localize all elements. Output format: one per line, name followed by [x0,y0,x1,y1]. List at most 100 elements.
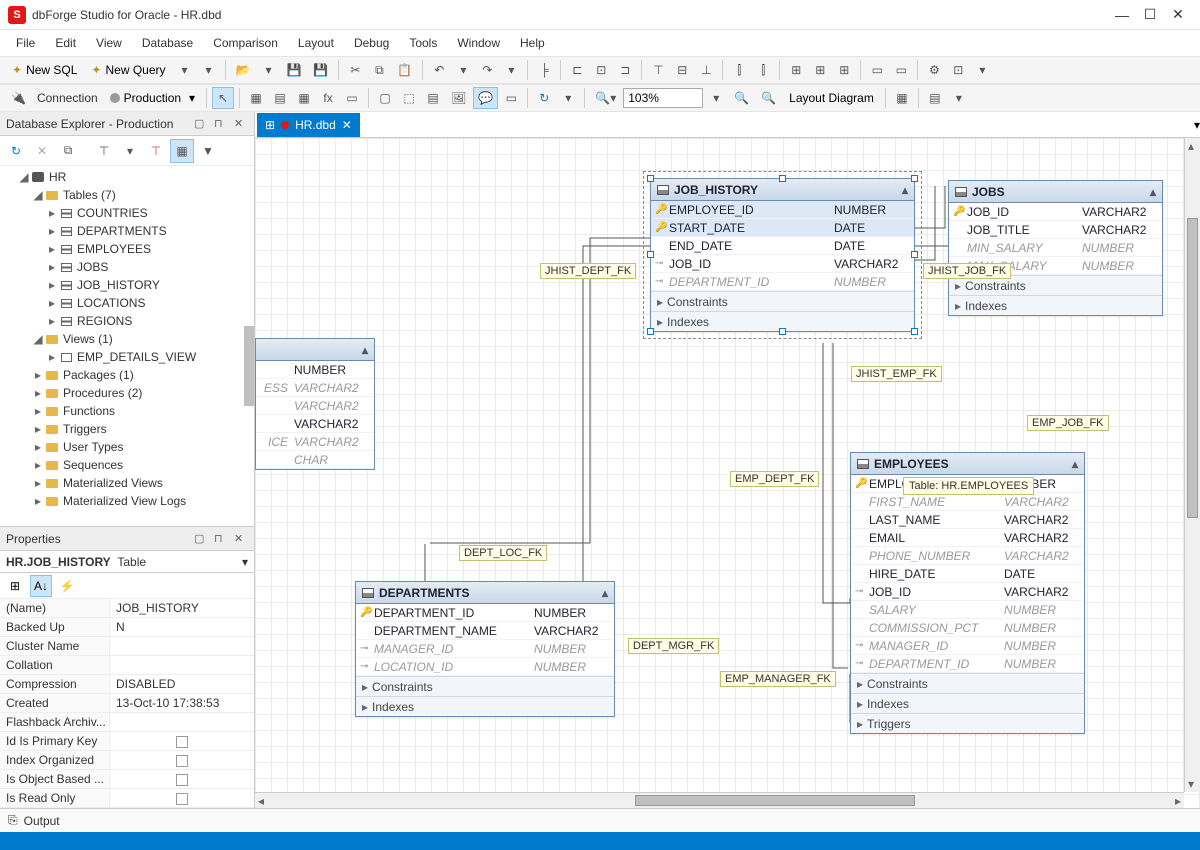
refresh-icon[interactable]: ↻ [533,87,555,109]
delete-icon[interactable]: ✕ [30,139,54,163]
property-row[interactable]: Flashback Archiv... [0,713,254,732]
tree-table-item[interactable]: ▸COUNTRIES [0,204,254,222]
tree-table-item[interactable]: ▸DEPARTMENTS [0,222,254,240]
column-row[interactable]: LAST_NAMEVARCHAR2 [851,511,1084,529]
doc-icon[interactable]: ▭ [500,87,522,109]
property-row[interactable]: Created13-Oct-10 17:38:53 [0,694,254,713]
tool-icon[interactable]: ⚙ [923,59,945,81]
tab-close-icon[interactable]: ✕ [342,118,352,132]
menu-window[interactable]: Window [449,33,508,53]
maximize-button[interactable]: ☐ [1136,6,1164,23]
column-row[interactable]: FIRST_NAMEVARCHAR2 [851,493,1084,511]
copy-icon[interactable]: ⧉ [368,59,390,81]
entity-section[interactable]: ▸Indexes [356,696,614,716]
doc-icon[interactable]: ▭ [341,87,363,109]
save-icon[interactable]: 💾 [281,59,306,81]
property-row[interactable]: (Name)JOB_HISTORY [0,599,254,618]
image-icon[interactable]: 🖼 [446,87,471,109]
align-middle-icon[interactable]: ⊟ [671,59,693,81]
column-row[interactable]: DEPARTMENT_NAMEVARCHAR2 [356,622,614,640]
filter-icon[interactable]: ▼ [196,139,220,163]
column-row[interactable]: HIRE_DATEDATE [851,565,1084,583]
align-bottom-icon[interactable]: ⊥ [695,59,717,81]
menu-view[interactable]: View [88,33,130,53]
dropdown-icon[interactable]: ▾ [971,59,993,81]
tool-icon[interactable]: ▤ [924,87,946,109]
column-row[interactable]: COMMISSION_PCTNUMBER [851,619,1084,637]
save-all-icon[interactable]: 💾 [308,59,333,81]
align-left-icon[interactable]: ⊏ [566,59,588,81]
column-row[interactable]: ⊸DEPARTMENT_IDNUMBER [651,273,914,291]
menu-layout[interactable]: Layout [290,33,342,53]
entity-section[interactable]: ▸Constraints [851,673,1084,693]
tree-table-item[interactable]: ▸LOCATIONS [0,294,254,312]
new-query-button[interactable]: ✦New Query [85,59,171,81]
menu-tools[interactable]: Tools [401,33,445,53]
entity-section[interactable]: ▸Indexes [949,295,1162,315]
refresh-icon[interactable]: ↻ [4,139,28,163]
entity-section[interactable]: ▸Constraints [651,291,914,311]
window-position-icon[interactable]: ▢ [194,532,208,546]
tree-folder[interactable]: ▸Materialized Views [0,474,254,492]
menu-database[interactable]: Database [134,33,201,53]
minimize-button[interactable]: — [1108,7,1136,23]
order-icon[interactable]: ▭ [866,59,888,81]
tree-folder[interactable]: ▸Packages (1) [0,366,254,384]
layout-diagram-button[interactable]: Layout Diagram [783,87,880,109]
entity-partial[interactable]: ▴ NUMBERESSVARCHAR2VARCHAR2VARCHAR2ICEVA… [255,338,375,470]
column-row[interactable]: VARCHAR2 [256,397,374,415]
tree-table-item[interactable]: ▸JOBS [0,258,254,276]
tree-view-item[interactable]: ▸EMP_DETAILS_VIEW [0,348,254,366]
align-right-icon[interactable]: ⊐ [614,59,636,81]
categorize-icon[interactable]: ⊞ [4,575,26,597]
close-icon[interactable]: ✕ [234,117,248,131]
window-position-icon[interactable]: ▢ [194,117,208,131]
menu-comparison[interactable]: Comparison [205,33,286,53]
menu-debug[interactable]: Debug [346,33,397,53]
dropdown-icon[interactable]: ▾ [257,59,279,81]
column-row[interactable]: ICEVARCHAR2 [256,433,374,451]
distribute-v-icon[interactable]: ⫿ [752,59,774,81]
undo-icon[interactable]: ↶ [428,59,450,81]
pin-icon[interactable]: ⊓ [214,117,228,131]
menu-edit[interactable]: Edit [47,33,84,53]
comment-icon[interactable]: 💬 [473,87,498,109]
column-row[interactable]: ⊸JOB_IDVARCHAR2 [651,255,914,273]
order-icon[interactable]: ▭ [890,59,912,81]
zoom-input[interactable] [623,88,703,108]
pin-icon[interactable]: ⊓ [214,532,228,546]
vertical-scrollbar[interactable]: ▴▾ [1184,138,1200,792]
column-row[interactable]: 🔑DEPARTMENT_IDNUMBER [356,604,614,622]
pointer-icon[interactable]: ↖ [212,87,234,109]
dropdown-icon[interactable]: ▾ [948,87,970,109]
property-row[interactable]: Cluster Name [0,637,254,656]
tool-icon[interactable]: ⊤ [92,139,116,163]
checkbox[interactable] [176,774,188,786]
align-icon[interactable]: ╞ [533,59,555,81]
column-row[interactable]: SALARYNUMBER [851,601,1084,619]
tree-table-item[interactable]: ▸REGIONS [0,312,254,330]
property-row[interactable]: CompressionDISABLED [0,675,254,694]
size-icon[interactable]: ⊞ [833,59,855,81]
column-row[interactable]: ⊸MANAGER_IDNUMBER [851,637,1084,655]
property-row[interactable]: Is Object Based ... [0,770,254,789]
property-row[interactable]: Is Read Only [0,789,254,808]
tool-icon[interactable]: ▦ [891,87,913,109]
output-panel-tab[interactable]: ⎘ Output [0,808,1200,832]
properties-subject-dropdown[interactable]: HR.JOB_HISTORY Table ▾ [0,551,254,573]
events-icon[interactable]: ⚡ [56,575,78,597]
entity-section[interactable]: ▸Indexes [851,693,1084,713]
column-row[interactable]: JOB_TITLEVARCHAR2 [949,221,1162,239]
diagram-canvas[interactable]: ▴ NUMBERESSVARCHAR2VARCHAR2VARCHAR2ICEVA… [255,138,1200,808]
menu-help[interactable]: Help [512,33,553,53]
tree-folder[interactable]: ▸User Types [0,438,254,456]
entity-jobs[interactable]: JOBS▴ 🔑JOB_IDVARCHAR2JOB_TITLEVARCHAR2MI… [948,180,1163,316]
checkbox[interactable] [176,755,188,767]
zoom-dropdown-icon[interactable]: 🔍▾ [590,87,621,109]
tab-dropdown-icon[interactable]: ▾ [1194,118,1200,132]
tab-hr-dbd[interactable]: ⊞ HR.dbd ✕ [257,113,360,137]
zoom-out-icon[interactable]: 🔍 [756,87,781,109]
entity-section[interactable]: ▸Triggers [851,713,1084,733]
tree-table-item[interactable]: ▸EMPLOYEES [0,240,254,258]
property-row[interactable]: Id Is Primary Key [0,732,254,751]
